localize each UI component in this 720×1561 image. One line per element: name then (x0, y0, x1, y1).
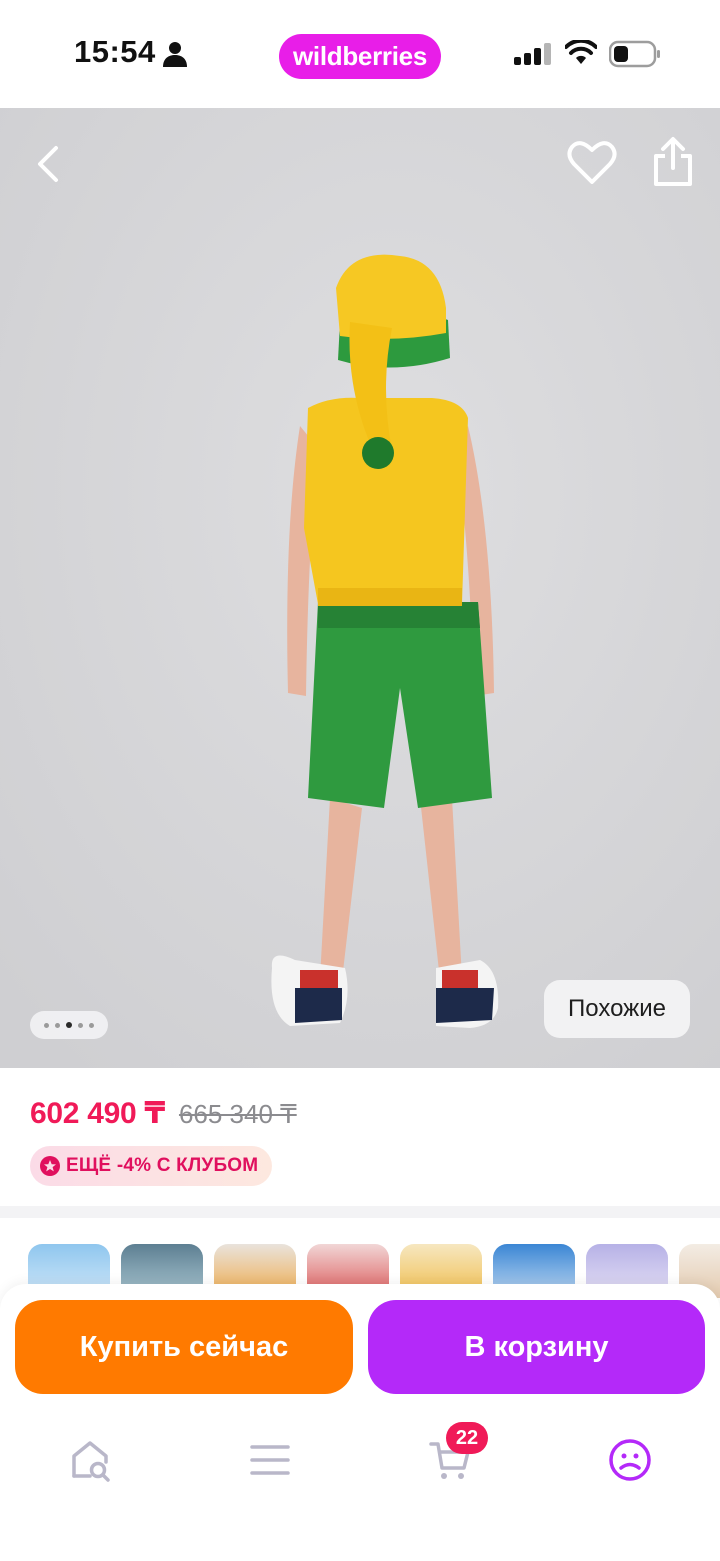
heart-outline-icon[interactable] (566, 138, 618, 188)
club-discount-badge[interactable]: ЕЩЁ -4% С КЛУБОМ (30, 1146, 273, 1186)
gallery-pagination (30, 1011, 108, 1039)
status-bar: 15:54 wildberries (0, 0, 720, 108)
price-card: 602 490 ₸ 665 340 ₸ ЕЩЁ -4% С КЛУБОМ (0, 1068, 720, 1206)
status-time: 15:54 (74, 34, 156, 69)
gallery-dot (78, 1022, 83, 1028)
section-divider (0, 1206, 720, 1218)
wifi-icon (565, 40, 597, 64)
gallery-dot (89, 1022, 94, 1028)
brand-logo: wildberries (279, 34, 441, 79)
gallery-dot (44, 1022, 49, 1028)
cart-count-badge: 22 (446, 1422, 488, 1454)
gallery-dot-active (66, 1022, 72, 1028)
product-photo (0, 108, 720, 1068)
profile-icon (609, 1439, 651, 1481)
gallery-dot (55, 1022, 60, 1028)
tab-profile[interactable] (600, 1432, 660, 1488)
tab-home-search[interactable] (60, 1432, 120, 1488)
home-search-icon (72, 1441, 110, 1482)
back-icon[interactable] (26, 140, 70, 188)
price-current: 602 490 ₸ (30, 1097, 165, 1130)
signal-icon (514, 43, 551, 65)
share-icon[interactable] (650, 136, 696, 188)
similar-button[interactable]: Похожие (544, 980, 690, 1038)
price-row: 602 490 ₸ 665 340 ₸ (30, 1096, 297, 1131)
menu-icon (250, 1445, 290, 1475)
product-gallery[interactable]: Похожие (0, 108, 720, 1068)
buy-now-button[interactable]: Купить сейчас (15, 1300, 353, 1394)
purchase-action-bar: Купить сейчас В корзину (0, 1284, 720, 1410)
club-star-icon (40, 1156, 60, 1176)
person-icon (163, 42, 187, 67)
add-to-cart-button[interactable]: В корзину (368, 1300, 705, 1394)
bottom-tab-bar: 22 (0, 1410, 720, 1561)
price-old: 665 340 ₸ (178, 1099, 297, 1129)
tab-catalog[interactable] (240, 1432, 300, 1488)
battery-icon (609, 40, 660, 68)
club-discount-text: ЕЩЁ -4% С КЛУБОМ (66, 1155, 259, 1176)
